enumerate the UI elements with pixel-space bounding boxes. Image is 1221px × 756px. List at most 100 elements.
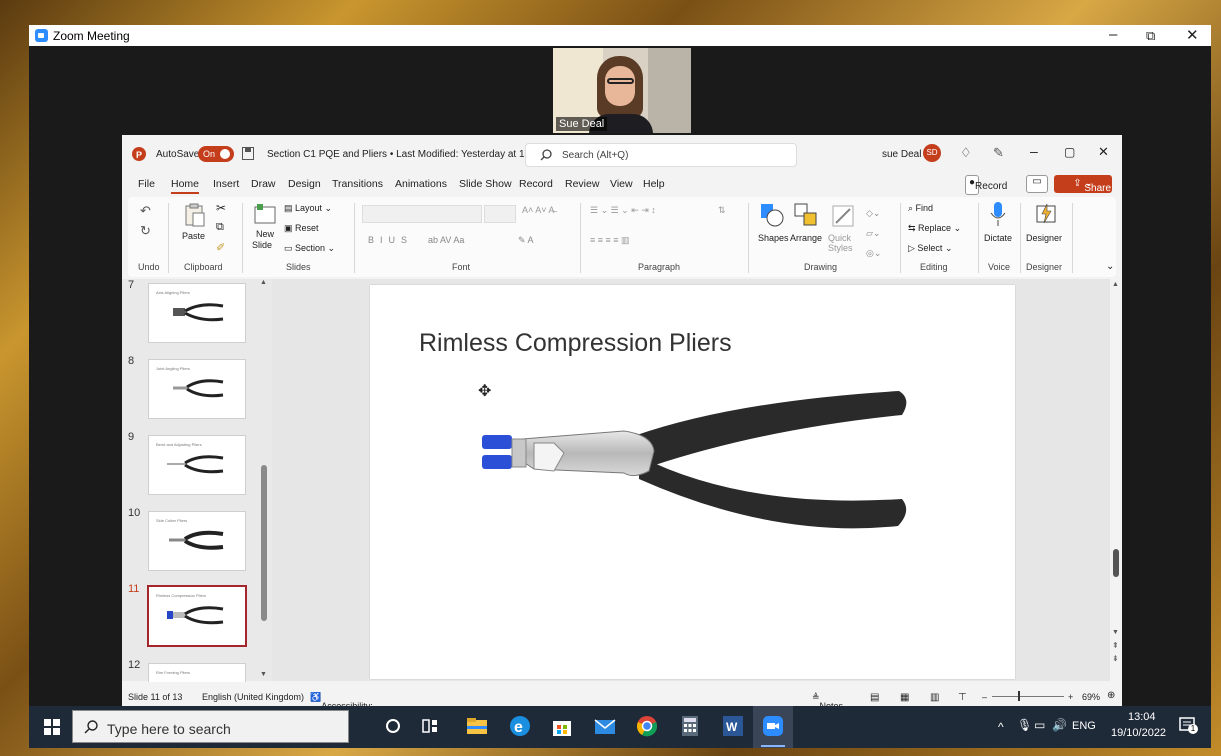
zoom-out-icon[interactable]: – — [982, 692, 987, 702]
font-extra-icons[interactable]: ab AV Aa — [428, 235, 464, 245]
quick-styles-icon[interactable] — [832, 205, 854, 227]
shape-fill-icons[interactable]: ◇⌄ ▱⌄ ◎⌄ — [866, 203, 881, 263]
edge-browser-icon[interactable]: e — [508, 714, 532, 738]
microsoft-store-icon[interactable] — [550, 714, 574, 738]
clock-time[interactable]: 13:04 — [1128, 711, 1156, 723]
tab-home[interactable]: Home — [171, 178, 200, 194]
replace-button[interactable]: ⇆ Replace ⌄ — [908, 223, 961, 234]
dictate-label[interactable]: Dictate — [984, 233, 1012, 243]
mail-icon[interactable] — [593, 714, 617, 738]
tab-design[interactable]: Design — [288, 178, 321, 190]
cortana-icon[interactable] — [381, 714, 405, 738]
slide-thumbnail[interactable]: Side Cutter Pliers — [148, 511, 246, 571]
reading-view-icon[interactable]: ▥ — [930, 692, 939, 703]
tab-slide-show[interactable]: Slide Show — [459, 178, 512, 190]
ppt-minimize-icon[interactable]: – — [1030, 143, 1038, 159]
font-color-icons[interactable]: ✎ A — [518, 235, 534, 246]
autosave-toggle[interactable]: On — [198, 146, 234, 162]
windows-start-icon[interactable] — [44, 719, 60, 735]
tab-review[interactable]: Review — [565, 178, 599, 190]
taskbar-search[interactable]: Type here to search — [72, 710, 349, 743]
slide-title[interactable]: Rimless Compression Pliers — [419, 329, 732, 358]
scroll-up-icon[interactable]: ⇞ — [1112, 641, 1119, 650]
tab-draw[interactable]: Draw — [251, 178, 276, 190]
comments-icon[interactable]: ▭ — [1026, 175, 1048, 193]
designer-icon[interactable] — [1036, 203, 1058, 225]
font-family-select[interactable] — [362, 205, 482, 223]
font-size-select[interactable] — [484, 205, 516, 223]
arrange-icon[interactable] — [794, 203, 818, 227]
reset-button[interactable]: ▣ Reset — [284, 223, 319, 234]
notifications-icon[interactable]: 1 — [1179, 716, 1198, 734]
clock-date[interactable]: 19/10/2022 — [1111, 727, 1166, 739]
format-painter-icon[interactable]: ✐ — [216, 241, 225, 254]
tab-help[interactable]: Help — [643, 178, 665, 190]
minimize-button[interactable]: – — [1109, 26, 1117, 43]
redo-icon[interactable]: ↻ — [140, 223, 151, 239]
text-direction-icon[interactable]: ⇅ — [718, 205, 726, 216]
ribbon-collapse-icon[interactable]: ⌄ — [1106, 261, 1114, 272]
record-button[interactable]: ● Record — [965, 175, 1007, 195]
scroll-down-icon[interactable]: ⇟ — [1112, 654, 1119, 663]
slide-thumbnail[interactable]: Joint Angling Pliers — [148, 359, 246, 419]
tab-insert[interactable]: Insert — [213, 178, 239, 190]
tab-file[interactable]: File — [138, 178, 155, 190]
diamond-icon[interactable]: ♢ — [960, 145, 972, 161]
language-status[interactable]: English (United Kingdom) — [202, 692, 304, 702]
quick-styles-label[interactable]: Quick — [828, 233, 851, 243]
font-format-icons[interactable]: BIUS — [368, 235, 413, 245]
dictate-microphone-icon[interactable] — [990, 201, 1006, 227]
language-indicator[interactable]: ENG — [1072, 720, 1096, 732]
normal-view-icon[interactable]: ▤ — [870, 692, 879, 703]
accessibility-status[interactable]: ♿ Accessibility: Investigate — [310, 692, 373, 721]
shapes-label[interactable]: Shapes — [758, 233, 789, 243]
slide-thumbnail[interactable]: Rim Forming Pliers — [148, 663, 246, 682]
new-slide-icon[interactable] — [254, 203, 276, 225]
tab-animations[interactable]: Animations — [395, 178, 447, 190]
ppt-restore-icon[interactable]: ▢ — [1064, 145, 1075, 159]
align-icons[interactable]: ≡ ≡ ≡ ≡ ▥ — [590, 235, 630, 246]
document-title[interactable]: Section C1 PQE and Pliers • Last Modifie… — [267, 149, 555, 160]
pen-icon[interactable]: ✎ — [993, 145, 1004, 161]
paste-icon[interactable] — [184, 203, 206, 227]
volume-icon[interactable]: 🔊 — [1052, 718, 1067, 732]
chrome-browser-icon[interactable] — [635, 714, 659, 738]
calculator-icon[interactable] — [678, 714, 702, 738]
undo-icon[interactable]: ↶ — [140, 203, 151, 219]
arrange-label[interactable]: Arrange — [790, 233, 822, 243]
tab-transitions[interactable]: Transitions — [332, 178, 383, 190]
current-slide[interactable]: Rimless Compression Pliers ✥ — [370, 285, 1015, 679]
slide-thumbnail-selected[interactable]: Rimless Compression Pliers — [147, 585, 247, 647]
slideshow-view-icon[interactable]: ⊤ — [958, 692, 967, 703]
tab-view[interactable]: View — [610, 178, 633, 190]
ppt-search-box[interactable]: Search (Alt+Q) — [525, 143, 797, 167]
participant-video[interactable]: Sue Deal — [553, 48, 691, 133]
network-icon[interactable]: ▭ — [1034, 718, 1045, 732]
slide-sorter-icon[interactable]: ▦ — [900, 692, 909, 703]
section-button[interactable]: ▭ Section ⌄ — [284, 243, 335, 254]
file-explorer-icon[interactable] — [465, 714, 489, 738]
task-view-icon[interactable] — [418, 714, 442, 738]
pliers-image[interactable] — [474, 381, 914, 551]
fit-to-window-icon[interactable]: ⊕ — [1107, 690, 1115, 701]
microphone-tray-icon[interactable]: 🎙 — [1017, 718, 1032, 732]
prev-slide-icon[interactable]: ▼ — [1112, 629, 1119, 636]
word-icon[interactable]: W — [721, 714, 745, 738]
zoom-taskbar-active[interactable] — [753, 706, 793, 748]
restore-button[interactable]: ⧉ — [1146, 28, 1155, 44]
zoom-level[interactable]: 69% — [1082, 692, 1100, 702]
slide-thumbnail[interactable]: Bend and Adjusting Pliers — [148, 435, 246, 495]
user-avatar[interactable]: SD — [923, 144, 941, 162]
font-size-adjust-icons[interactable]: A˄ A˅ A̶ — [522, 205, 555, 215]
slide-thumbnail[interactable]: Axis Aligning Pliers — [148, 283, 246, 343]
designer-label[interactable]: Designer — [1026, 233, 1062, 243]
notes-button[interactable]: ≜ Notes — [812, 692, 843, 711]
list-icons[interactable]: ☰ ⌄ ☰ ⌄ ⇤ ⇥ ↕ — [590, 205, 656, 216]
cut-icon[interactable]: ✂ — [216, 201, 226, 215]
tab-record[interactable]: Record — [519, 178, 553, 190]
layout-button[interactable]: ▤ Layout ⌄ — [284, 203, 332, 214]
tray-overflow-icon[interactable]: ^ — [998, 720, 1004, 734]
zoom-in-icon[interactable]: + — [1068, 692, 1073, 702]
copy-icon[interactable]: ⧉ — [216, 221, 224, 234]
scroll-thumb[interactable] — [1113, 549, 1119, 577]
